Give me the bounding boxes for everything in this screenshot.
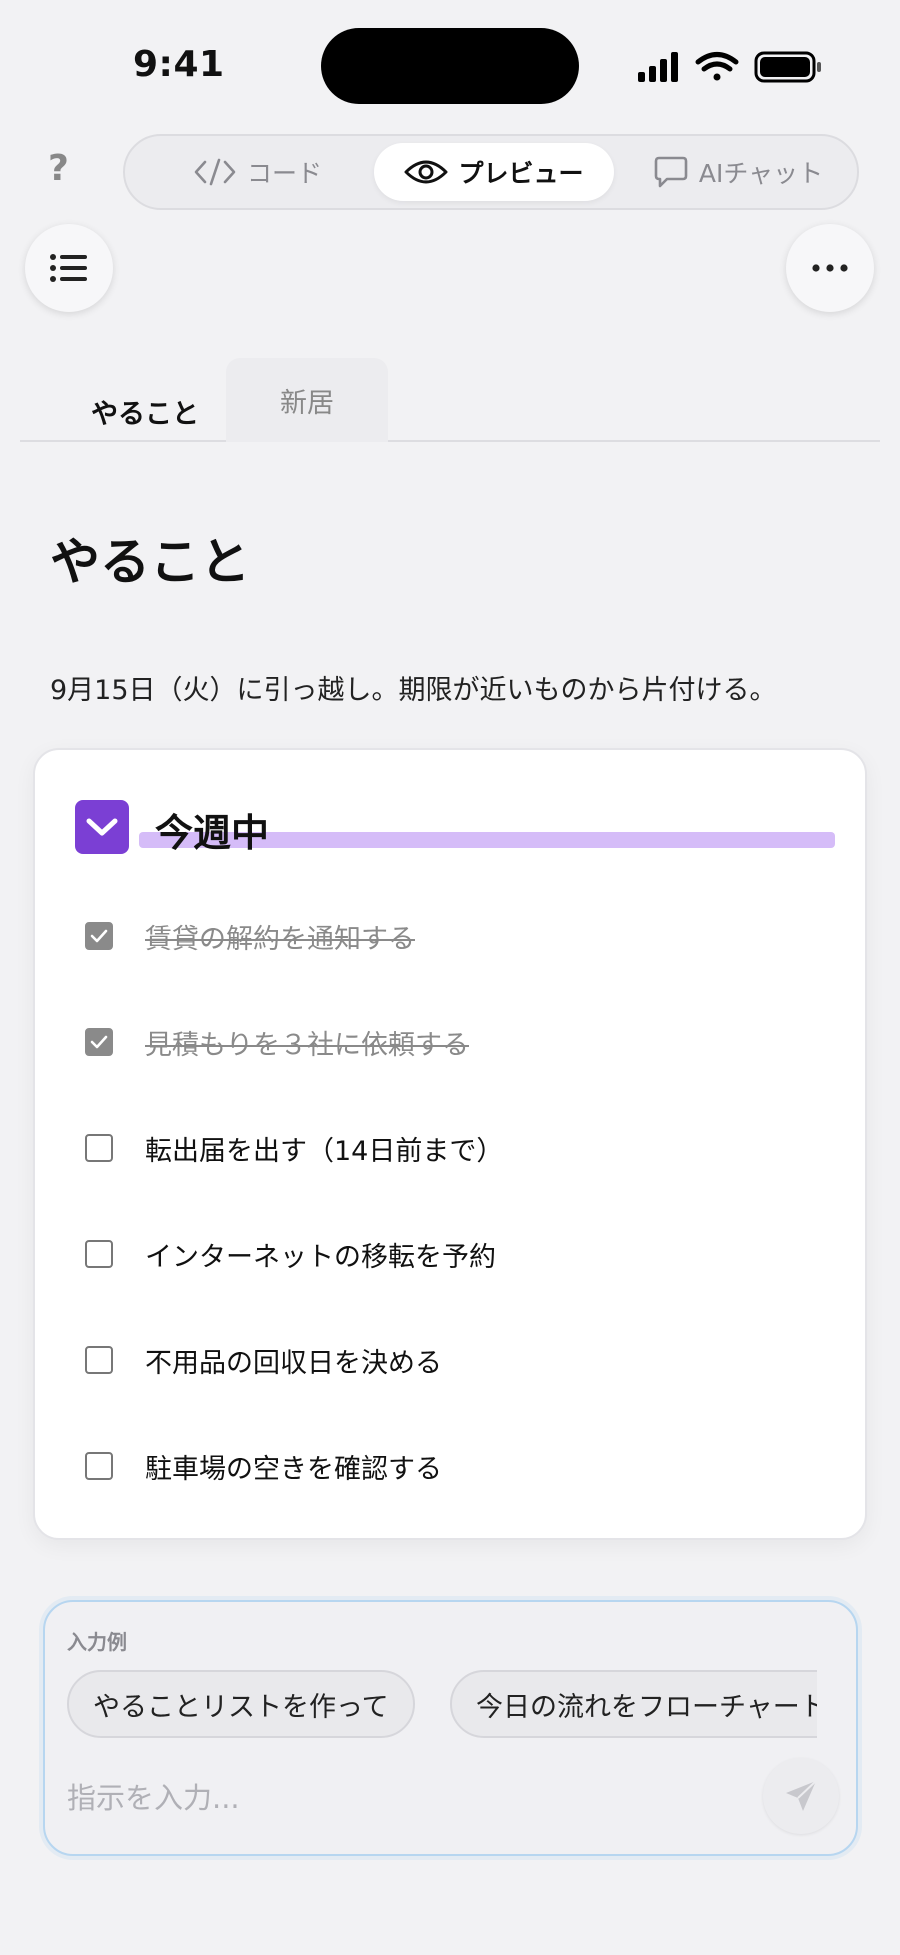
page-title: やること [50, 533, 250, 591]
wifi-icon [695, 52, 739, 81]
instruction-input[interactable] [67, 1772, 707, 1824]
checkmark-icon [90, 1035, 108, 1049]
status-icons [636, 50, 826, 84]
eye-icon [404, 160, 448, 184]
tab-preview-label: プレビュー [458, 159, 584, 188]
tab-ai-chat-label: AIチャット [698, 159, 824, 188]
task-checkbox[interactable] [85, 1134, 113, 1162]
examples-label: 入力例 [67, 1630, 127, 1654]
dynamic-island [321, 28, 579, 104]
ellipsis-icon [812, 264, 848, 272]
chat-bubble-icon [654, 156, 688, 188]
prompt-composer: 入力例 やることリストを作って 今日の流れをフローチャート [43, 1600, 858, 1856]
tab-ai-chat[interactable]: AIチャット [625, 143, 851, 201]
example-chips: やることリストを作って 今日の流れをフローチャート [67, 1670, 837, 1742]
task-checkbox[interactable] [85, 922, 113, 950]
example-chip[interactable]: やることリストを作って [67, 1670, 415, 1738]
task-checkbox[interactable] [85, 1452, 113, 1480]
task-item[interactable]: インターネットの移転を予約 [85, 1234, 496, 1274]
task-item[interactable]: 駐車場の空きを確認する [85, 1446, 442, 1486]
intro-text: 9月15日（火）に引っ越し。期限が近いものから片付ける。 [50, 675, 777, 706]
section-collapse-toggle[interactable] [75, 800, 129, 854]
send-button[interactable] [763, 1758, 839, 1834]
task-label: 見積もりを３社に依頼する [145, 1029, 469, 1061]
code-icon [194, 158, 236, 186]
task-label: 賃貸の解約を通知する [145, 923, 415, 955]
task-item[interactable]: 不用品の回収日を決める [85, 1340, 442, 1380]
task-item[interactable]: 見積もりを３社に依頼する [85, 1022, 469, 1062]
status-time: 9:41 [133, 44, 225, 85]
list-icon [50, 254, 87, 282]
view-mode-segmented-control: コード プレビュー AIチャット [123, 134, 859, 210]
tab-code-label: コード [246, 159, 322, 188]
tab-yarukoto[interactable]: やること [60, 358, 230, 442]
document-tabs: やること 新居 [20, 356, 880, 442]
section-title: 今週中 [155, 811, 270, 855]
status-bar: 9:41 [0, 0, 900, 130]
task-checkbox[interactable] [85, 1240, 113, 1268]
checkmark-icon [90, 929, 108, 943]
task-checkbox[interactable] [85, 1346, 113, 1374]
paper-plane-icon [786, 1780, 817, 1811]
outline-menu-button[interactable] [25, 224, 113, 312]
task-checkbox[interactable] [85, 1028, 113, 1056]
cellular-signal-icon [638, 52, 678, 82]
task-label: 不用品の回収日を決める [145, 1347, 442, 1379]
tab-shinkyo[interactable]: 新居 [226, 358, 388, 442]
more-options-button[interactable] [786, 224, 874, 312]
task-label: 転出届を出す（14日前まで） [145, 1135, 504, 1167]
example-chip[interactable]: 今日の流れをフローチャート [450, 1670, 837, 1738]
tab-code[interactable]: コード [145, 143, 370, 201]
battery-icon [754, 51, 821, 83]
task-item[interactable]: 転出届を出す（14日前まで） [85, 1128, 503, 1168]
tab-preview[interactable]: プレビュー [374, 143, 614, 201]
task-section-card: 今週中 賃貸の解約を通知する 見積もりを３社に依頼する 転出届を出す（14日前ま… [33, 748, 867, 1540]
task-label: インターネットの移転を予約 [145, 1241, 496, 1273]
chip-row-edge [817, 1670, 837, 1742]
task-label: 駐車場の空きを確認する [145, 1453, 442, 1485]
help-icon[interactable]: ? [48, 148, 69, 189]
chevron-down-icon [86, 818, 118, 836]
task-item[interactable]: 賃貸の解約を通知する [85, 916, 415, 956]
